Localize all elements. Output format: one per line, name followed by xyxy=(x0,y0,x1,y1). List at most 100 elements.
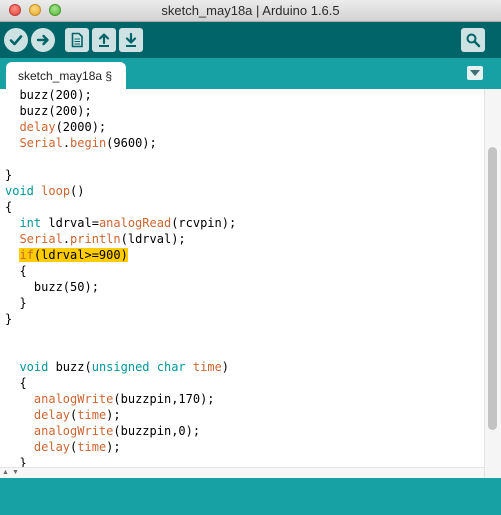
code-line: delay(2000); xyxy=(5,119,236,135)
code-line: Serial.begin(9600); xyxy=(5,135,236,151)
new-sketch-button[interactable] xyxy=(65,28,89,52)
window-title: sketch_may18a | Arduino 1.6.5 xyxy=(161,3,340,18)
check-icon xyxy=(9,35,23,46)
code-line: } xyxy=(5,311,236,327)
code-token: (ldrval>=900) xyxy=(33,248,128,262)
code-token: { xyxy=(5,264,27,278)
open-sketch-button[interactable] xyxy=(92,28,116,52)
chevron-down-icon xyxy=(470,70,480,76)
code-line: } xyxy=(5,455,236,467)
code-token: println xyxy=(70,232,121,246)
code-token: { xyxy=(5,376,27,390)
code-token: ) xyxy=(221,360,230,374)
code-token: delay xyxy=(33,408,71,422)
vertical-scrollbar[interactable] xyxy=(484,89,501,478)
code-token: } xyxy=(5,296,27,310)
code-token: analogRead xyxy=(98,216,172,230)
code-token: ); xyxy=(106,440,121,454)
code-token: void xyxy=(5,184,34,198)
code-line: if(ldrval>=900) xyxy=(5,247,236,263)
code-line: { xyxy=(5,263,236,279)
code-line: void buzz(unsigned char time) xyxy=(5,359,236,375)
code-token: delay xyxy=(19,120,56,134)
tab-menu-button[interactable] xyxy=(467,66,483,80)
code-editor[interactable]: buzz(200); buzz(200); delay(2000); Seria… xyxy=(0,89,484,467)
code-line: delay(time); xyxy=(5,439,236,455)
code-token: void xyxy=(19,360,49,374)
verify-button[interactable] xyxy=(4,28,28,52)
scroll-down-arrow-icon[interactable]: ▼ xyxy=(12,467,19,478)
arrow-down-icon xyxy=(125,32,137,47)
code-token: . xyxy=(62,136,71,150)
save-sketch-button[interactable] xyxy=(119,28,143,52)
status-bar xyxy=(0,478,501,515)
code-token: analogWrite xyxy=(33,392,114,406)
code-line: { xyxy=(5,199,236,215)
code-token: (buzzpin,170); xyxy=(113,392,215,406)
code-token: time xyxy=(192,360,222,374)
code-token: . xyxy=(62,232,71,246)
toolbar xyxy=(0,22,501,58)
code-token: ); xyxy=(106,408,121,422)
arrow-right-icon xyxy=(36,34,49,46)
code-token: analogWrite xyxy=(33,424,114,438)
code-line: void loop() xyxy=(5,183,236,199)
code-token: { xyxy=(5,200,13,214)
code-token: ldrval= xyxy=(41,216,99,230)
code-token: buzz(50); xyxy=(5,280,99,294)
code-token: } xyxy=(5,168,13,182)
arrow-up-icon xyxy=(98,33,110,47)
code-token: time xyxy=(77,408,107,422)
code-token: Serial xyxy=(19,136,63,150)
code-token: begin xyxy=(70,136,107,150)
vertical-scroll-thumb[interactable] xyxy=(488,147,497,430)
code-token: time xyxy=(77,440,107,454)
code-line: { xyxy=(5,375,236,391)
code-text: buzz(200); buzz(200); delay(2000); Seria… xyxy=(5,89,236,467)
arduino-ide-window: sketch_may18a | Arduino 1.6.5 sketch_may… xyxy=(0,0,501,515)
code-line: buzz(50); xyxy=(5,279,236,295)
code-token: } xyxy=(5,456,27,467)
code-token: () xyxy=(70,184,85,198)
code-token: (rcvpin); xyxy=(171,216,237,230)
code-token: unsigned xyxy=(91,360,150,374)
code-token: (9600); xyxy=(106,136,157,150)
title-bar[interactable]: sketch_may18a | Arduino 1.6.5 xyxy=(0,0,501,22)
code-line: int ldrval=analogRead(rcvpin); xyxy=(5,215,236,231)
code-token: Serial xyxy=(19,232,63,246)
code-line: Serial.println(ldrval); xyxy=(5,231,236,247)
code-token: buzz(200); xyxy=(5,89,92,102)
scroll-up-arrow-icon[interactable]: ▲ xyxy=(2,467,9,478)
code-token: buzz( xyxy=(48,360,92,374)
code-token: if xyxy=(19,248,34,262)
document-icon xyxy=(71,32,83,48)
serial-monitor-button[interactable] xyxy=(461,28,485,52)
code-line: analogWrite(buzzpin,170); xyxy=(5,391,236,407)
code-token: delay xyxy=(33,440,71,454)
code-token: (2000); xyxy=(55,120,107,134)
upload-button[interactable] xyxy=(31,28,55,52)
code-token: loop xyxy=(41,184,71,198)
code-token: (buzzpin,0); xyxy=(113,424,201,438)
code-line: buzz(200); xyxy=(5,103,236,119)
magnifier-icon xyxy=(466,33,481,48)
code-token: } xyxy=(5,312,13,326)
code-token: (ldrval); xyxy=(120,232,186,246)
horizontal-scrollbar[interactable]: ▲ ▼ xyxy=(0,467,484,478)
tab-sketch[interactable]: sketch_may18a § xyxy=(6,62,127,89)
code-token: int xyxy=(19,216,42,230)
